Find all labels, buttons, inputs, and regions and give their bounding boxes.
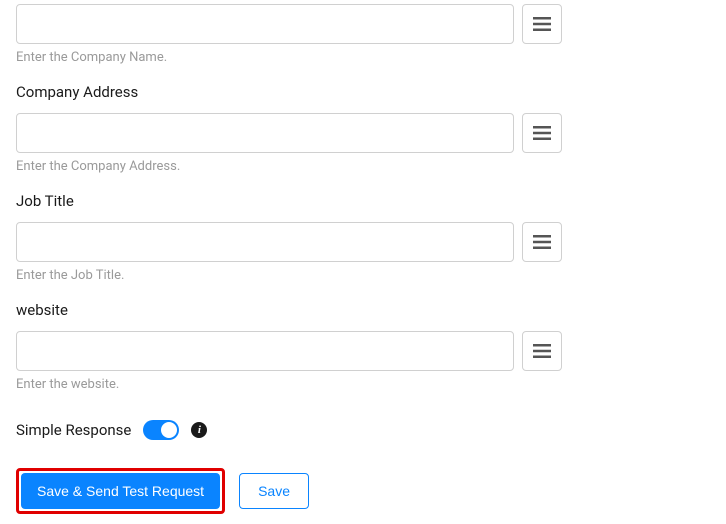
- field-company-address: Company Address Enter the Company Addres…: [16, 83, 710, 174]
- label-job-title: Job Title: [16, 192, 710, 210]
- menu-button-company-name[interactable]: [522, 4, 562, 44]
- toggle-knob: [161, 422, 177, 438]
- input-row: [16, 222, 710, 262]
- save-button[interactable]: Save: [239, 473, 309, 509]
- field-company-name: Enter the Company Name.: [16, 4, 710, 65]
- simple-response-row: Simple Response i: [16, 420, 710, 440]
- field-job-title: Job Title Enter the Job Title.: [16, 192, 710, 283]
- website-input[interactable]: [16, 331, 514, 371]
- input-row: [16, 4, 710, 44]
- company-address-input[interactable]: [16, 113, 514, 153]
- company-name-input[interactable]: [16, 4, 514, 44]
- help-text-website: Enter the website.: [16, 377, 710, 392]
- button-row: Save & Send Test Request Save: [16, 468, 710, 514]
- simple-response-toggle[interactable]: [143, 420, 179, 440]
- input-row: [16, 331, 710, 371]
- help-text-company-name: Enter the Company Name.: [16, 50, 710, 65]
- save-send-test-request-button[interactable]: Save & Send Test Request: [21, 473, 220, 509]
- help-text-job-title: Enter the Job Title.: [16, 268, 710, 283]
- menu-button-company-address[interactable]: [522, 113, 562, 153]
- hamburger-icon: [533, 126, 551, 140]
- hamburger-icon: [533, 235, 551, 249]
- hamburger-icon: [533, 17, 551, 31]
- help-text-company-address: Enter the Company Address.: [16, 159, 710, 174]
- label-company-address: Company Address: [16, 83, 710, 101]
- input-row: [16, 113, 710, 153]
- label-website: website: [16, 301, 710, 319]
- info-icon[interactable]: i: [191, 422, 207, 438]
- job-title-input[interactable]: [16, 222, 514, 262]
- field-website: website Enter the website.: [16, 301, 710, 392]
- simple-response-label: Simple Response: [16, 421, 131, 439]
- menu-button-job-title[interactable]: [522, 222, 562, 262]
- menu-button-website[interactable]: [522, 331, 562, 371]
- hamburger-icon: [533, 344, 551, 358]
- highlight-box: Save & Send Test Request: [16, 468, 225, 514]
